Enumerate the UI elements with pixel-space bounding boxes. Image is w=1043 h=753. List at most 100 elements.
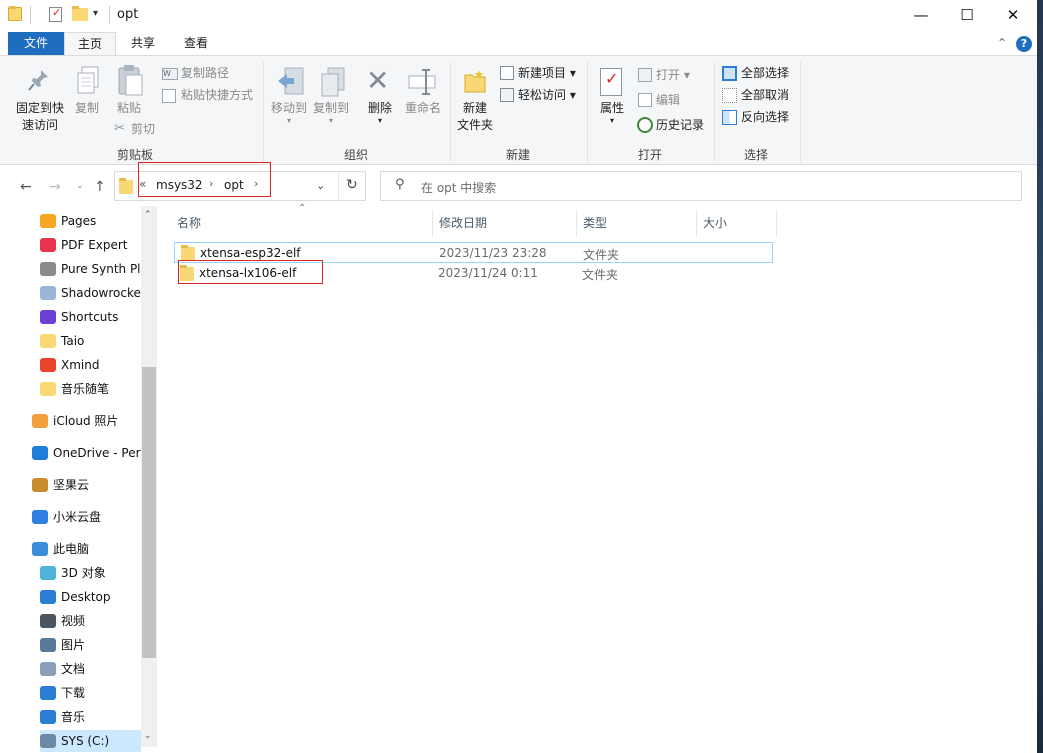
nav-item[interactable]: 音乐 xyxy=(40,706,141,728)
delete-button[interactable]: 删除 ▾ xyxy=(362,100,398,125)
tab-file[interactable]: 文件 xyxy=(8,32,64,55)
documents-icon xyxy=(40,662,56,676)
nav-item[interactable]: 3D 对象 xyxy=(40,562,141,584)
open-button[interactable]: 打开 ▾ xyxy=(656,67,690,83)
file-type: 文件夹 xyxy=(582,268,619,282)
nav-item[interactable]: 音乐随笔 xyxy=(40,378,141,400)
column-header-date[interactable]: 修改日期 xyxy=(439,214,487,231)
folder-icon xyxy=(40,382,56,396)
nav-scrollbar-thumb[interactable] xyxy=(142,367,156,658)
close-button[interactable]: ✕ xyxy=(990,0,1036,31)
nav-item[interactable]: 视频 xyxy=(40,610,141,632)
cut-button[interactable]: 剪切 xyxy=(131,121,155,137)
title-bar: ✓ ▾ opt — ☐ ✕ xyxy=(0,0,1037,31)
nav-item[interactable]: 此电脑 xyxy=(32,538,141,560)
paste-button[interactable]: 粘贴 xyxy=(112,100,146,117)
rename-button[interactable]: 重命名 xyxy=(400,100,446,117)
nav-item[interactable]: OneDrive - Per xyxy=(32,442,141,464)
column-divider[interactable] xyxy=(576,210,577,237)
column-header-type[interactable]: 类型 xyxy=(583,214,607,231)
folder-icon xyxy=(40,334,56,348)
scroll-up-icon[interactable]: ⌃ xyxy=(144,210,152,220)
column-divider[interactable] xyxy=(776,210,777,237)
nav-item[interactable]: Desktop xyxy=(40,586,141,608)
recent-locations-icon[interactable]: ⌄ xyxy=(76,181,84,191)
column-header-name[interactable]: 名称 xyxy=(177,214,201,231)
address-dropdown-icon[interactable]: ⌄ xyxy=(316,179,325,192)
open-label: 打开 xyxy=(656,68,681,82)
rename-icon xyxy=(408,68,438,96)
pin-quick-access-button[interactable]: 固定到快 速访问 xyxy=(12,100,68,134)
tab-share[interactable]: 共享 xyxy=(118,32,168,55)
select-none-icon xyxy=(722,88,737,103)
properties-label: 属性 xyxy=(599,101,624,115)
nav-item[interactable]: 下载 xyxy=(40,682,141,704)
column-divider[interactable] xyxy=(696,210,697,237)
customize-toolbar-icon[interactable]: ▾ xyxy=(93,8,98,19)
copy-to-label: 复制到 xyxy=(312,101,349,115)
invert-selection-button[interactable]: 反向选择 xyxy=(741,109,789,125)
refresh-button[interactable]: ↻ xyxy=(338,171,366,201)
pure-synth-icon xyxy=(40,262,56,276)
column-header-size[interactable]: 大小 xyxy=(703,214,727,231)
music-icon xyxy=(40,710,56,724)
nav-item-label: PDF Expert xyxy=(61,238,128,252)
paste-shortcut-button[interactable]: 粘贴快捷方式 xyxy=(181,87,253,103)
nav-item[interactable]: Shortcuts xyxy=(40,306,141,328)
search-box[interactable]: ⚲ 在 opt 中搜索 xyxy=(380,171,1022,201)
sort-ascending-icon: ⌃ xyxy=(298,203,307,214)
nav-item[interactable]: SYS (C:) xyxy=(40,730,141,752)
nav-item[interactable]: iCloud 照片 xyxy=(32,410,141,432)
help-icon[interactable]: ? xyxy=(1016,36,1032,52)
forward-arrow-icon[interactable]: → xyxy=(49,179,61,195)
tab-view[interactable]: 查看 xyxy=(170,32,222,55)
copy-to-icon xyxy=(318,66,348,98)
scroll-down-icon[interactable]: ⌄ xyxy=(144,731,152,741)
move-to-icon xyxy=(276,66,306,98)
minimize-button[interactable]: — xyxy=(898,0,944,31)
up-arrow-icon[interactable]: ↑ xyxy=(94,179,106,195)
copy-to-button[interactable]: 复制到 ▾ xyxy=(310,100,352,125)
properties-quick-icon[interactable]: ✓ xyxy=(49,6,62,22)
nav-item-label: 小米云盘 xyxy=(53,510,102,524)
nav-item-label: Pages xyxy=(61,214,97,228)
videos-icon xyxy=(40,614,56,628)
file-name: xtensa-esp32-elf xyxy=(200,246,301,260)
move-to-button[interactable]: 移动到 ▾ xyxy=(268,100,310,125)
nav-item[interactable]: Xmind xyxy=(40,354,141,376)
new-folder-quick-icon[interactable] xyxy=(72,6,88,21)
nav-item[interactable]: 小米云盘 xyxy=(32,506,141,528)
copy-button[interactable]: 复制 xyxy=(70,100,104,117)
nav-item-label: 音乐随笔 xyxy=(61,382,110,396)
copy-path-icon: W xyxy=(162,68,178,80)
maximize-button[interactable]: ☐ xyxy=(944,0,990,31)
nav-item[interactable]: Shadowrocke xyxy=(40,282,141,304)
nav-item[interactable]: 文档 xyxy=(40,658,141,680)
copy-icon xyxy=(76,66,100,96)
search-placeholder: 在 opt 中搜索 xyxy=(421,181,497,195)
nav-item[interactable]: Pure Synth Pla xyxy=(40,258,141,280)
edit-button[interactable]: 编辑 xyxy=(656,92,680,108)
search-icon: ⚲ xyxy=(395,177,405,192)
new-folder-label-1: 新建 xyxy=(462,101,487,115)
new-item-button[interactable]: 新建项目 ▾ xyxy=(518,65,576,81)
ribbon: 固定到快 速访问 复制 粘贴 W 复制路径 粘贴快捷方式 ✂ 剪切 剪贴板 移动… xyxy=(0,55,1037,165)
nav-item[interactable]: Pages xyxy=(40,210,141,232)
select-none-button[interactable]: 全部取消 xyxy=(741,87,789,103)
easy-access-button[interactable]: 轻松访问 ▾ xyxy=(518,87,576,103)
collapse-ribbon-icon[interactable]: ⌃ xyxy=(997,36,1007,50)
copy-path-button[interactable]: 复制路径 xyxy=(181,65,229,81)
nav-item[interactable]: 坚果云 xyxy=(32,474,141,496)
nav-item[interactable]: PDF Expert xyxy=(40,234,141,256)
column-divider[interactable] xyxy=(432,210,433,237)
select-all-button[interactable]: 全部选择 xyxy=(741,65,789,81)
back-arrow-icon[interactable]: ← xyxy=(20,179,32,195)
properties-icon: ✓ xyxy=(600,68,622,96)
properties-button[interactable]: 属性 ▾ xyxy=(594,100,630,125)
new-folder-button[interactable]: 新建 文件夹 xyxy=(454,100,496,134)
nav-item[interactable]: 图片 xyxy=(40,634,141,656)
history-button[interactable]: 历史记录 xyxy=(656,117,704,133)
new-item-icon xyxy=(500,66,514,80)
nav-item[interactable]: Taio xyxy=(40,330,141,352)
tab-home[interactable]: 主页 xyxy=(64,32,116,55)
